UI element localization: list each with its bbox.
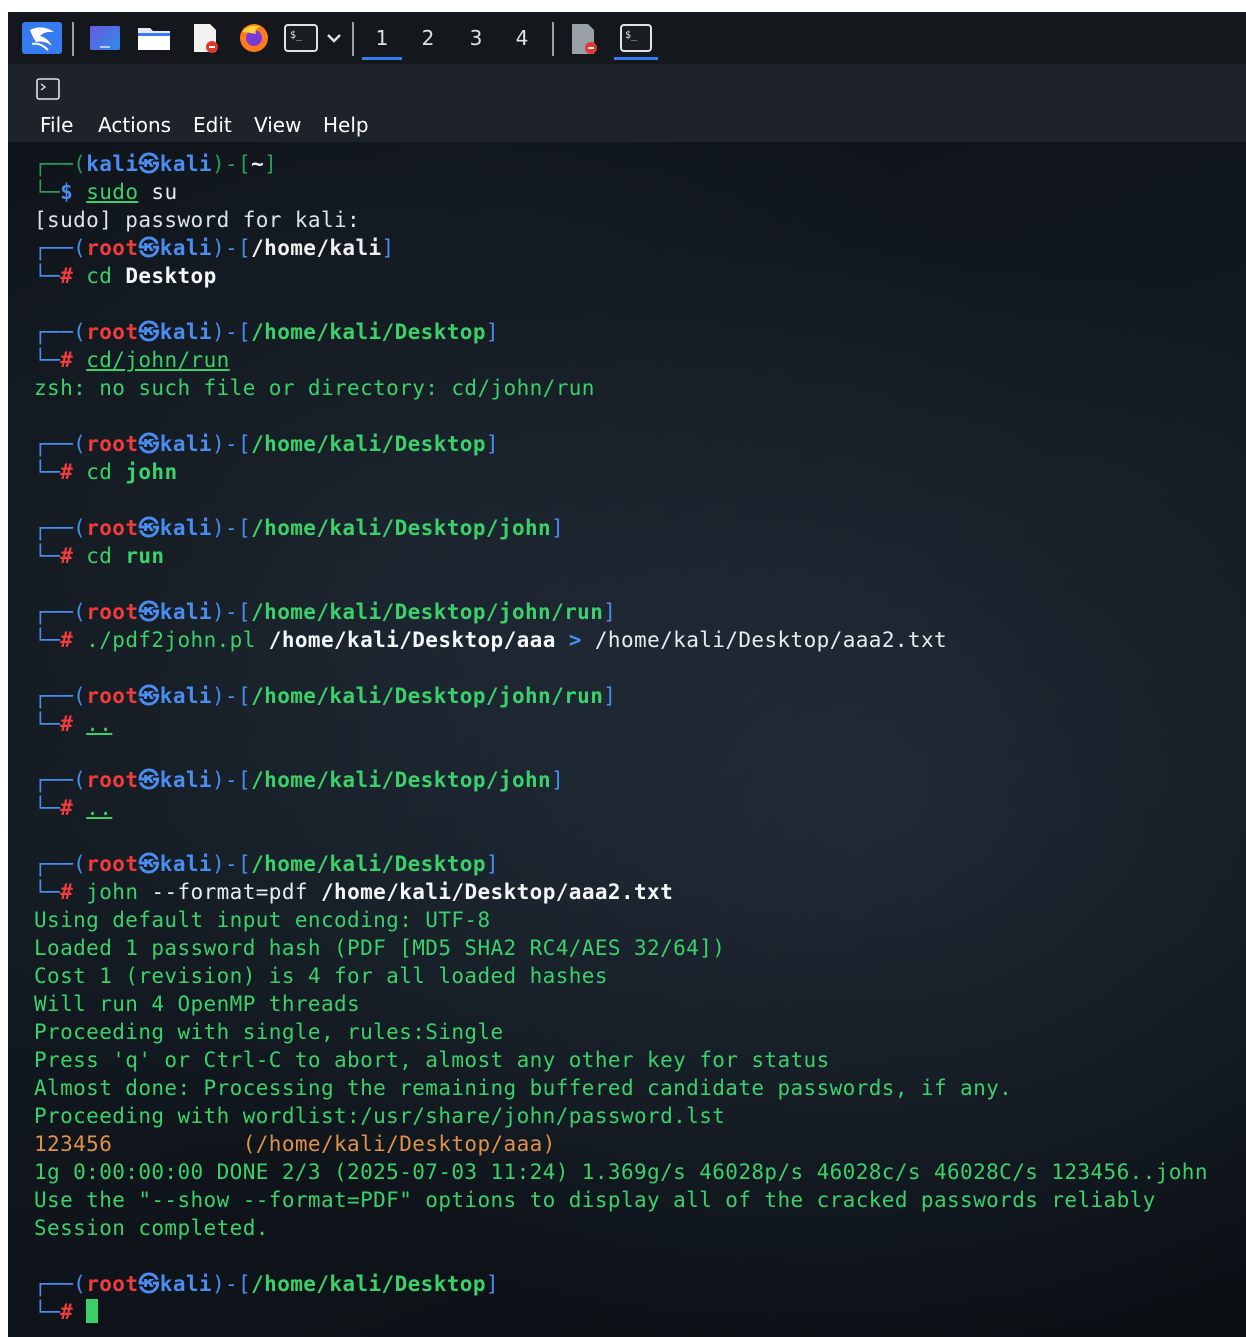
command-line: └─# ..: [34, 796, 113, 820]
command-line: └─# john --format=pdf /home/kali/Desktop…: [34, 880, 674, 904]
pdf-task-button[interactable]: [564, 22, 602, 56]
john-output-line: Cost 1 (revision) is 4 for all loaded ha…: [34, 964, 608, 988]
top-panel: $_ 1 2 3 4 $_: [8, 12, 1246, 64]
prompt-line: ┌──(root㉿kali)-[/home/kali/Desktop]: [34, 852, 499, 876]
panel-divider: [72, 22, 74, 56]
text-cursor: [86, 1299, 99, 1323]
kali-dragon-icon[interactable]: [22, 22, 62, 54]
prompt-line: ┌──(root㉿kali)-[/home/kali/Desktop]: [34, 320, 499, 344]
terminal-task-icon: $_: [620, 24, 652, 52]
workspace-3[interactable]: 3: [454, 22, 498, 56]
panel-divider: [552, 22, 554, 56]
chevron-down-icon[interactable]: [324, 22, 344, 54]
error-output: zsh: no such file or directory: cd/john/…: [34, 376, 595, 400]
svg-text:$_: $_: [625, 30, 638, 41]
prompt-line: ┌──(root㉿kali)-[/home/kali/Desktop]: [34, 432, 499, 456]
window-terminal-icon: [36, 78, 60, 100]
john-output-line: Loaded 1 password hash (PDF [MD5 SHA2 RC…: [34, 936, 726, 960]
cracked-password: 123456: [34, 1132, 113, 1156]
menu-actions[interactable]: Actions: [98, 112, 171, 142]
menu-file[interactable]: File: [40, 112, 73, 142]
menu-help[interactable]: Help: [323, 112, 369, 142]
command-line: └─# cd john: [34, 460, 178, 484]
prompt-line: ┌──(root㉿kali)-[/home/kali/Desktop/john]: [34, 768, 565, 792]
prompt-line: ┌──(root㉿kali)-[/home/kali/Desktop]: [34, 1272, 499, 1296]
command-line: └─# cd run: [34, 544, 165, 568]
terminal-task-button[interactable]: $_: [612, 22, 660, 60]
workspace-4[interactable]: 4: [500, 22, 544, 56]
menu-view[interactable]: View: [254, 112, 301, 142]
command-line: └─# cd/john/run: [34, 348, 230, 372]
john-output-line: Press 'q' or Ctrl-C to abort, almost any…: [34, 1048, 830, 1072]
workspace-2[interactable]: 2: [406, 22, 450, 56]
prompt-line: ┌──(kali㉿kali)-[~]: [34, 152, 278, 176]
sudo-password-prompt: [sudo] password for kali:: [34, 208, 361, 232]
window-titlebar[interactable]: [8, 64, 1246, 112]
command-line: └─# cd Desktop: [34, 264, 217, 288]
pdf-task-icon: [572, 24, 597, 54]
command-line: └─# ..: [34, 712, 113, 736]
menubar: File Actions Edit View Help: [8, 112, 1246, 142]
john-output-line: Using default input encoding: UTF-8: [34, 908, 491, 932]
john-output-line: Almost done: Processing the remaining bu…: [34, 1076, 1013, 1100]
session-status-line: Session completed.: [34, 1216, 269, 1240]
john-output-line: Proceeding with single, rules:Single: [34, 1020, 504, 1044]
firefox-icon[interactable]: [236, 22, 272, 54]
prompt-line: ┌──(root㉿kali)-[/home/kali]: [34, 236, 395, 260]
workspace-1[interactable]: 1: [360, 22, 404, 60]
terminal-output[interactable]: ┌──(kali㉿kali)-[~] └─$ sudo su [sudo] pa…: [8, 142, 1246, 1337]
john-hint-line: Use the "--show --format=PDF" options to…: [34, 1188, 1156, 1212]
text-editor-icon[interactable]: [188, 22, 222, 54]
prompt-line: ┌──(root㉿kali)-[/home/kali/Desktop/john]: [34, 516, 565, 540]
terminal-icon[interactable]: $_: [284, 22, 318, 54]
john-output-line: Proceeding with wordlist:/usr/share/john…: [34, 1104, 726, 1128]
command-line: └─$ sudo su: [34, 180, 178, 204]
john-stats-line: 1g 0:00:00:00 DONE 2/3 (2025-07-03 11:24…: [34, 1160, 1208, 1184]
desktop-icon[interactable]: [88, 22, 122, 54]
menu-edit[interactable]: Edit: [193, 112, 232, 142]
file-manager-icon[interactable]: [136, 22, 172, 54]
command-line[interactable]: └─#: [34, 1298, 99, 1326]
john-output-line: Will run 4 OpenMP threads: [34, 992, 361, 1016]
cracked-file: (/home/kali/Desktop/aaa): [112, 1132, 556, 1156]
svg-text:$_: $_: [290, 30, 303, 41]
prompt-line: ┌──(root㉿kali)-[/home/kali/Desktop/john/…: [34, 684, 617, 708]
screen: $_ 1 2 3 4 $_ File Actions Edit View Hel…: [8, 12, 1246, 1337]
panel-divider: [352, 22, 354, 56]
command-line: └─# ./pdf2john.pl /home/kali/Desktop/aaa…: [34, 628, 948, 652]
prompt-line: ┌──(root㉿kali)-[/home/kali/Desktop/john/…: [34, 600, 617, 624]
cracked-password-line: 123456 (/home/kali/Desktop/aaa): [34, 1130, 556, 1158]
